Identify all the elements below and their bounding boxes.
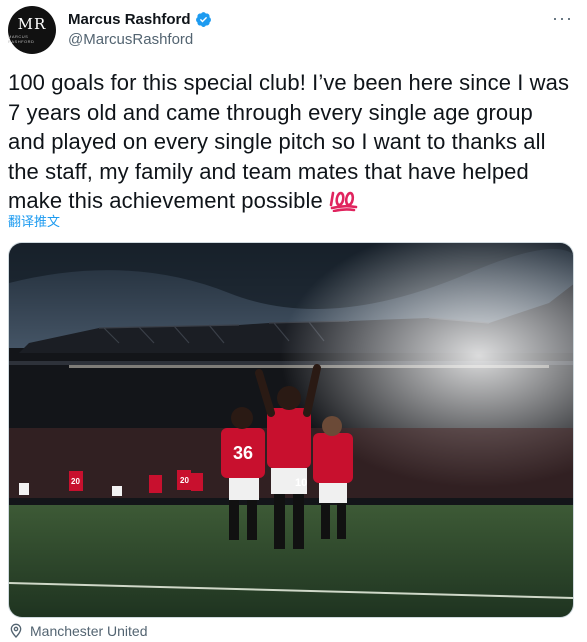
jersey-number: 20 xyxy=(180,476,189,485)
display-name[interactable]: Marcus Rashford xyxy=(68,11,191,28)
avatar-caption: MARCUS RASHFORD xyxy=(8,33,35,44)
more-dots-icon[interactable]: ··· xyxy=(552,8,573,29)
tweet-header: MR MARCUS RASHFORD Marcus Rashford @Marc… xyxy=(8,6,579,54)
location-tag[interactable]: Manchester United xyxy=(8,623,148,639)
hundred-points-emoji xyxy=(329,191,358,212)
avatar-monogram: MR xyxy=(17,14,47,33)
jersey-number: 10 xyxy=(295,477,307,489)
verified-badge-icon xyxy=(195,11,211,27)
photo-canvas: 36 10 20 20 xyxy=(9,243,573,617)
author-info: Marcus Rashford @MarcusRashford xyxy=(68,9,212,48)
tweet-body: 100 goals for this special club! I’ve be… xyxy=(8,70,570,213)
avatar[interactable]: MR MARCUS RASHFORD xyxy=(8,6,56,54)
location-pin-icon xyxy=(10,623,22,638)
jersey-number: 36 xyxy=(233,443,253,463)
translate-link[interactable]: 翻译推文 xyxy=(8,211,60,230)
tweet-text: 100 goals for this special club! I’ve be… xyxy=(8,68,574,216)
location-label[interactable]: Manchester United xyxy=(30,623,148,639)
tweet-photo[interactable]: 36 10 20 20 xyxy=(8,242,574,618)
jersey-number: 20 xyxy=(71,477,80,486)
handle[interactable]: @MarcusRashford xyxy=(68,31,212,48)
